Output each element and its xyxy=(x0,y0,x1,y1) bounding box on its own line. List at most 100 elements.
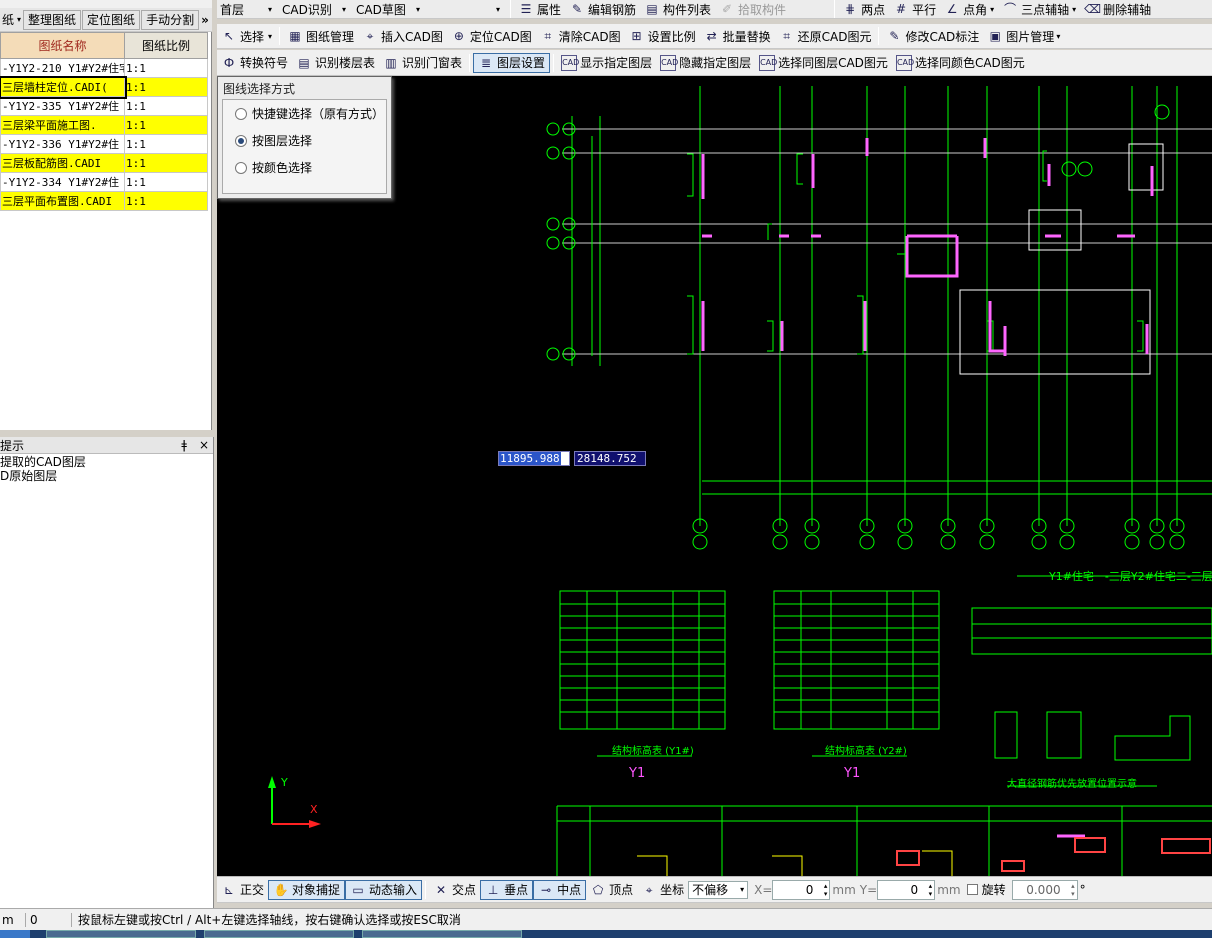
coordinate-y-field[interactable]: 28148.752 xyxy=(574,451,646,466)
cad-recognition-select[interactable]: CAD识别 ▾ xyxy=(279,0,349,18)
taskbar-app-button[interactable] xyxy=(362,930,522,938)
drawing-list-row[interactable]: 三层平面布置图.CADI 1:1 xyxy=(0,191,208,211)
start-button[interactable] xyxy=(0,930,30,938)
image-management-button[interactable]: ▣ 图片管理 ▾ xyxy=(983,26,1064,46)
recognize-door-window-button[interactable]: ▥ 识别门窗表 xyxy=(379,53,466,73)
component-select[interactable]: ▾ xyxy=(427,0,503,18)
drawing-management-label: 图纸管理 xyxy=(306,29,355,44)
drawing-name-cell[interactable]: 三层板配筋图.CADI xyxy=(0,153,125,173)
drawing-name-cell[interactable]: -Y1Y2-336 Y1#Y2#住 xyxy=(0,134,125,154)
drawing-name-cell[interactable]: 三层墙柱定位.CADI( xyxy=(0,75,127,99)
drawing-name-cell[interactable]: -Y1Y2-334 Y1#Y2#住 xyxy=(0,172,125,192)
drawing-name-cell[interactable]: 三层梁平面施工图. xyxy=(0,115,125,135)
drawing-scale-cell[interactable]: 1:1 xyxy=(124,172,208,192)
recognize-floor-table-button[interactable]: ▤ 识别楼层表 xyxy=(292,53,379,73)
coordinate-snap-button[interactable]: ⌖ 坐标 xyxy=(637,880,688,900)
pin-icon[interactable]: ǂ xyxy=(181,438,187,452)
vertex-snap-button[interactable]: ⬠ 顶点 xyxy=(586,880,637,900)
manual-split-button[interactable]: 手动分割 xyxy=(141,9,200,30)
intersection-snap-button[interactable]: ✕ 交点 xyxy=(429,880,480,900)
drawing-list-row[interactable]: -Y1Y2-334 Y1#Y2#住 1:1 xyxy=(0,172,208,192)
radio-button-checked[interactable] xyxy=(235,134,247,147)
option-shortcut-select[interactable]: 快捷键选择（原有方式） xyxy=(223,100,386,127)
pick-component-button[interactable]: ✐ 拾取构件 xyxy=(715,0,790,18)
locate-cad-label: 定位CAD图 xyxy=(469,29,532,44)
option-layer-select[interactable]: 按图层选择 xyxy=(223,127,386,154)
drawing-name-cell[interactable]: -Y1Y2-335 Y1#Y2#住 xyxy=(0,96,125,116)
radio-button[interactable] xyxy=(235,107,247,120)
close-icon[interactable]: × xyxy=(199,438,209,452)
delete-aux-button[interactable]: ⌫ 删除辅轴 xyxy=(1080,0,1155,18)
more-chevron-icon[interactable]: » xyxy=(199,10,211,30)
taskbar-app-button[interactable] xyxy=(46,930,196,938)
locate-drawing-button[interactable]: 定位图纸 xyxy=(82,9,141,30)
two-points-aux-button[interactable]: ⋕ 两点 xyxy=(838,0,889,18)
offset-mode-select[interactable]: 不偏移 ▾ xyxy=(688,880,749,899)
three-point-aux-button[interactable]: ⌒ 三点辅轴 ▾ xyxy=(998,0,1080,18)
y-offset-input[interactable]: 0 ▴ ▾ xyxy=(877,879,936,900)
option-color-select[interactable]: 按颜色选择 xyxy=(223,154,386,181)
batch-replace-button[interactable]: ⇄ 批量替换 xyxy=(700,26,775,46)
locate-cad-button[interactable]: ⊕ 定位CAD图 xyxy=(447,26,536,46)
spinner-icon[interactable]: ▴ ▾ xyxy=(1071,882,1075,898)
cad-icon: CAD xyxy=(895,54,914,71)
dynamic-input-button[interactable]: ▭ 动态输入 xyxy=(345,879,423,900)
parallel-aux-button[interactable]: # 平行 xyxy=(889,0,940,18)
edit-rebar-button[interactable]: ✎ 编辑钢筋 xyxy=(565,0,640,18)
select-same-layer-button[interactable]: CAD 选择同图层CAD图元 xyxy=(755,53,892,73)
cad-icon: CAD xyxy=(759,54,777,71)
spinner-icon[interactable]: ▴ ▾ xyxy=(929,882,933,898)
drawing-scale-cell[interactable]: 1:1 xyxy=(124,77,208,97)
column-header-name[interactable]: 图纸名称 xyxy=(0,32,125,59)
drawing-scale-cell[interactable]: 1:1 xyxy=(124,115,208,135)
select-same-color-button[interactable]: CAD 选择同颜色CAD图元 xyxy=(892,53,1029,73)
perpendicular-snap-button[interactable]: ⊥ 垂点 xyxy=(480,879,534,900)
drawing-dropdown[interactable]: 纸 ▾ xyxy=(0,10,23,30)
show-layer-button[interactable]: CAD 显示指定图层 xyxy=(557,53,656,73)
rotate-angle-input[interactable]: 0.000 ▴ ▾ xyxy=(1011,879,1078,900)
cad-sketch-select[interactable]: CAD草图 ▾ xyxy=(353,0,423,18)
drawing-scale-cell[interactable]: 1:1 xyxy=(124,134,208,154)
point-angle-aux-button[interactable]: ∠ 点角 ▾ xyxy=(940,0,998,18)
component-list-button[interactable]: ▤ 构件列表 xyxy=(640,0,715,18)
set-scale-button[interactable]: ⊞ 设置比例 xyxy=(625,26,700,46)
object-snap-button[interactable]: ✋ 对象捕捉 xyxy=(268,879,346,900)
taskbar-app-button[interactable] xyxy=(204,930,354,938)
drawing-list-row[interactable]: -Y1Y2-210 Y1#Y2#住宅 1:1 xyxy=(0,58,208,78)
ortho-button[interactable]: ⊾ 正交 xyxy=(217,880,268,900)
coordinate-x-field[interactable]: 11895.988 xyxy=(498,451,570,466)
x-offset-input[interactable]: 0 ▴ ▾ xyxy=(772,879,831,900)
drawing-list-row[interactable]: 三层板配筋图.CADI 1:1 xyxy=(0,153,208,173)
select-button[interactable]: ↖ 选择 ▾ xyxy=(217,26,276,46)
properties-button[interactable]: ☰ 属性 xyxy=(514,0,565,18)
insert-cad-button[interactable]: ⌖ 插入CAD图 xyxy=(358,26,447,46)
rotate-checkbox[interactable] xyxy=(966,884,978,895)
coordinate-x-value: 11895.988 xyxy=(499,452,561,465)
drawing-scale-cell[interactable]: 1:1 xyxy=(124,96,208,116)
drawing-scale-cell[interactable]: 1:1 xyxy=(124,153,208,173)
drawing-name-cell[interactable]: -Y1Y2-210 Y1#Y2#住宅 xyxy=(0,58,125,78)
radio-button[interactable] xyxy=(235,161,247,174)
floor-select[interactable]: 首层 ▾ xyxy=(217,0,275,18)
midpoint-snap-button[interactable]: ⊸ 中点 xyxy=(533,879,587,900)
degree-symbol: ° xyxy=(1079,882,1086,897)
organize-drawings-button[interactable]: 整理图纸 xyxy=(23,9,82,30)
convert-symbol-button[interactable]: Ф 转换符号 xyxy=(217,53,292,73)
drawing-list-row[interactable]: 三层梁平面施工图. 1:1 xyxy=(0,115,208,135)
hide-layer-button[interactable]: CAD 隐藏指定图层 xyxy=(656,53,755,73)
drawing-list-row[interactable]: 三层墙柱定位.CADI(1:1 xyxy=(0,75,208,99)
restore-cad-button[interactable]: ⌗ 还原CAD图元 xyxy=(775,26,876,46)
drawing-management-button[interactable]: ▦ 图纸管理 xyxy=(283,26,358,46)
layer-settings-button[interactable]: ≣ 图层设置 xyxy=(473,52,551,73)
drawing-name-cell[interactable]: 三层平面布置图.CADI xyxy=(0,191,125,211)
clear-cad-button[interactable]: ⌗ 清除CAD图 xyxy=(536,26,625,46)
column-header-scale[interactable]: 图纸比例 xyxy=(124,32,208,59)
spinner-icon[interactable]: ▴ ▾ xyxy=(824,882,828,898)
edit-cad-label-label: 修改CAD标注 xyxy=(905,29,980,44)
drawing-scale-cell[interactable]: 1:1 xyxy=(124,191,208,211)
drawing-title: Y1#住宅一-三层Y2#住宅二-三层墙柱平 xyxy=(1049,570,1212,583)
edit-cad-label-button[interactable]: ✎ 修改CAD标注 xyxy=(882,26,983,46)
drawing-list-row[interactable]: -Y1Y2-336 Y1#Y2#住 1:1 xyxy=(0,134,208,154)
drawing-list-row[interactable]: -Y1Y2-335 Y1#Y2#住 1:1 xyxy=(0,96,208,116)
drawing-scale-cell[interactable]: 1:1 xyxy=(124,58,208,78)
